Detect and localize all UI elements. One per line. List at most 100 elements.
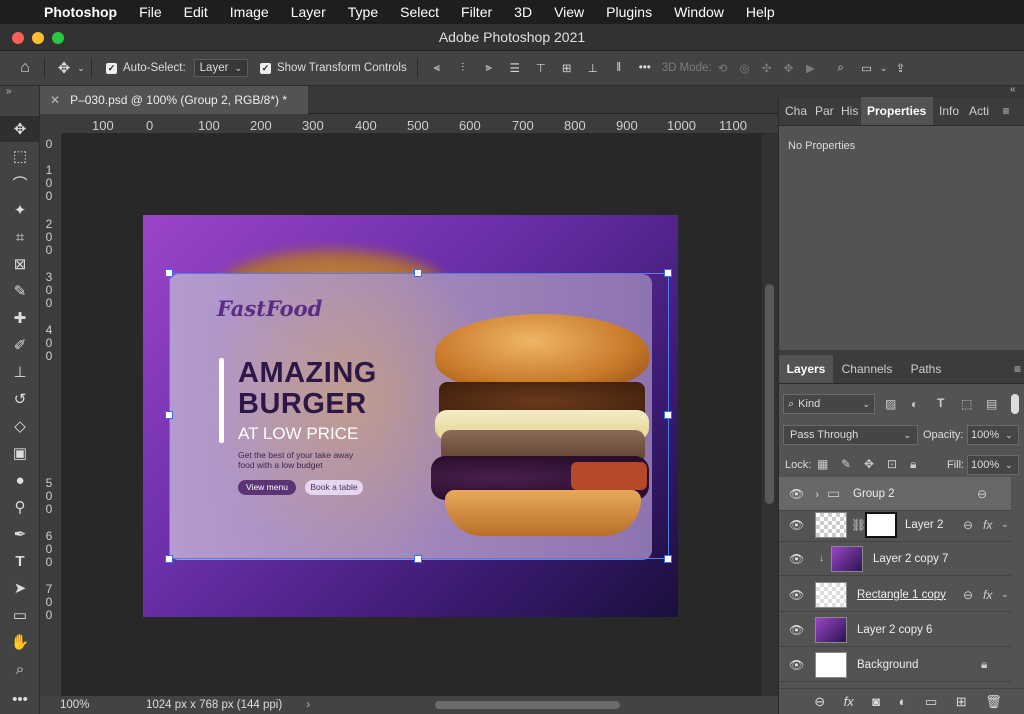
lasso-tool-icon[interactable]: ⌒ [0, 170, 40, 196]
layer-row-group-2[interactable]: 👁︎ › ▭ Group 2 ⊖ [779, 477, 1011, 511]
menu-file[interactable]: File [128, 4, 173, 20]
dodge-tool-icon[interactable]: ⚲ [0, 494, 40, 520]
healing-brush-tool-icon[interactable]: ✚ [0, 305, 40, 331]
blur-tool-icon[interactable]: ● [0, 467, 40, 493]
move-tool-preset-icon[interactable]: ✥ [55, 59, 73, 77]
tab-properties[interactable]: Properties [861, 97, 933, 125]
eye-icon[interactable]: 👁︎ [789, 623, 804, 637]
workspace-icon[interactable]: ▭ [858, 61, 876, 75]
panel-menu-icon[interactable]: ≡ [993, 97, 1019, 125]
chevron-down-icon[interactable]: ⌄ [77, 63, 85, 74]
adjustment-layer-icon[interactable]: ◐ [899, 694, 907, 709]
new-group-icon[interactable]: ▭ [925, 694, 937, 710]
menu-3d[interactable]: 3D [503, 4, 543, 20]
menu-window[interactable]: Window [663, 4, 735, 20]
link-icon[interactable]: ⊖ [977, 487, 987, 501]
transform-handle-top-right[interactable] [664, 269, 672, 277]
transform-handle-bottom-right[interactable] [664, 555, 672, 563]
collapse-panel-icon[interactable]: » [6, 86, 12, 97]
chevron-down-icon[interactable]: ⌄ [1005, 460, 1013, 471]
panel-menu-icon[interactable]: ≡ [951, 355, 1024, 383]
eye-icon[interactable]: 👁︎ [789, 588, 804, 602]
eraser-tool-icon[interactable]: ◇ [0, 413, 40, 439]
document-tab[interactable]: ✕ P–030.psd @ 100% (Group 2, RGB/8*) * [40, 86, 308, 114]
link-layers-icon[interactable]: ⊖ [814, 694, 825, 710]
trash-icon[interactable]: 🗑︎ [985, 694, 1002, 710]
fx-icon[interactable]: fx [983, 518, 992, 532]
zoom-window-button[interactable] [52, 32, 64, 44]
chevron-down-icon[interactable]: ⌄ [1001, 589, 1009, 600]
align-middle-v-icon[interactable]: ⊞ [558, 61, 576, 75]
gradient-tool-icon[interactable]: ▣ [0, 440, 40, 466]
filter-pixel-icon[interactable]: ▨ [885, 397, 896, 411]
move-tool-icon[interactable]: ✥ [0, 116, 40, 142]
roll-3d-icon[interactable]: ◎ [736, 61, 754, 75]
menu-view[interactable]: View [543, 4, 595, 20]
distribute-h-icon[interactable]: ☰ [506, 61, 524, 75]
marquee-tool-icon[interactable]: ⬚ [0, 143, 40, 169]
transform-handle-right[interactable] [664, 411, 672, 419]
show-transform-checkbox[interactable]: ✓ [259, 62, 271, 74]
document-info[interactable]: 1024 px x 768 px (144 ppi) [146, 699, 282, 711]
pen-tool-icon[interactable]: ✒ [0, 521, 40, 547]
link-icon[interactable]: ⊖ [963, 588, 973, 602]
transform-handle-top-left[interactable] [165, 269, 173, 277]
fx-icon[interactable]: fx [983, 588, 992, 602]
menu-select[interactable]: Select [389, 4, 450, 20]
align-center-h-icon[interactable]: ⫶ [454, 62, 472, 75]
menu-image[interactable]: Image [219, 4, 280, 20]
layer-filter-dropdown[interactable]: ⌕ Kind ⌄ [783, 394, 875, 414]
eyedropper-tool-icon[interactable]: ✎ [0, 278, 40, 304]
frame-tool-icon[interactable]: ⊠ [0, 251, 40, 277]
lock-artboard-icon[interactable]: ⊡ [887, 457, 897, 471]
brush-tool-icon[interactable]: ✐ [0, 332, 40, 358]
vertical-ruler[interactable]: 0 100 200 300 400 500 600 700 [40, 134, 62, 696]
share-icon[interactable]: ⇪ [892, 61, 910, 75]
layer-row-layer-2[interactable]: 👁︎ ⛓︎ Layer 2 ⊖ fx ⌄ [779, 508, 1011, 542]
zoom-level[interactable]: 100% [60, 699, 120, 711]
align-right-icon[interactable]: ⫸ [480, 62, 498, 75]
horizontal-scrollbar-thumb[interactable] [435, 701, 620, 709]
auto-select-checkbox[interactable]: ✓ [106, 62, 117, 74]
pan-3d-icon[interactable]: ✣ [758, 61, 776, 75]
eye-icon[interactable]: 👁︎ [789, 658, 804, 672]
chevron-right-icon[interactable]: › [306, 699, 310, 711]
filter-type-icon[interactable]: T [937, 396, 944, 410]
horizontal-ruler[interactable]: 100 0 100 200 300 400 500 600 700 800 90… [62, 114, 778, 134]
lock-image-icon[interactable]: ✎ [841, 457, 851, 471]
minimize-window-button[interactable] [32, 32, 44, 44]
eye-icon[interactable]: 👁︎ [789, 487, 804, 501]
auto-select-dropdown[interactable]: Layer ⌄ [193, 59, 248, 77]
menu-edit[interactable]: Edit [173, 4, 219, 20]
close-tab-icon[interactable]: ✕ [50, 93, 60, 107]
add-mask-icon[interactable]: ◙ [872, 694, 880, 709]
transform-handle-bottom-left[interactable] [165, 555, 173, 563]
menu-plugins[interactable]: Plugins [595, 4, 663, 20]
add-fx-icon[interactable]: fx [844, 694, 854, 709]
layer-row-layer-2-copy-7[interactable]: 👁︎ ↓ Layer 2 copy 7 [779, 542, 1011, 576]
transform-handle-top[interactable] [414, 269, 422, 277]
lock-all-icon[interactable]: 🔒︎ [910, 457, 916, 472]
more-tools-icon[interactable]: ••• [0, 686, 40, 712]
layer-mask-thumbnail[interactable] [865, 512, 897, 538]
chevron-down-icon[interactable]: ⌄ [1005, 430, 1013, 441]
scale-3d-icon[interactable]: ▶ [802, 61, 820, 75]
document-canvas[interactable]: FastFood AMAZING BURGER AT LOW PRICE Get … [143, 215, 678, 617]
lock-position-icon[interactable]: ✥ [864, 457, 874, 471]
distribute-v-icon[interactable]: ‖ [610, 62, 628, 74]
clone-stamp-tool-icon[interactable]: ⊥ [0, 359, 40, 385]
layer-row-layer-2-copy-6[interactable]: 👁︎ Layer 2 copy 6 [779, 613, 1011, 647]
vertical-scrollbar[interactable] [762, 134, 778, 696]
close-window-button[interactable] [12, 32, 24, 44]
filter-shape-icon[interactable]: ⬚ [961, 397, 972, 411]
rectangle-tool-icon[interactable]: ▭ [0, 602, 40, 628]
align-top-icon[interactable]: ⊤ [532, 61, 550, 75]
crop-tool-icon[interactable]: ⌗ [0, 224, 40, 250]
eye-icon[interactable]: 👁︎ [789, 518, 804, 532]
align-left-icon[interactable]: ⫷ [428, 62, 446, 75]
transform-handle-left[interactable] [165, 411, 173, 419]
align-bottom-icon[interactable]: ⊥ [584, 61, 602, 75]
chevron-right-icon[interactable]: › [815, 487, 819, 501]
hand-tool-icon[interactable]: ✋ [0, 629, 40, 655]
layer-row-rectangle-1-copy[interactable]: 👁︎ Rectangle 1 copy ⊖ fx ⌄ [779, 578, 1011, 612]
